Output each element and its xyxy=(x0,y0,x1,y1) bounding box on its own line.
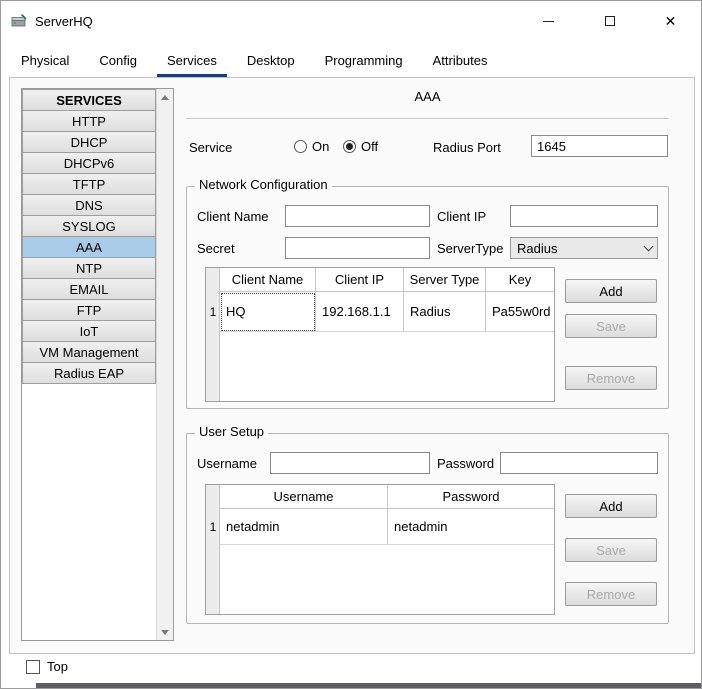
client-cell-key[interactable]: Pa55w0rd xyxy=(486,292,554,332)
client-cell-server-type[interactable]: Radius xyxy=(404,292,486,332)
tab-programming[interactable]: Programming xyxy=(315,48,413,77)
sidebar-item-iot[interactable]: IoT xyxy=(22,320,156,342)
network-add-button[interactable]: Add xyxy=(565,279,657,303)
column-header-client-ip: Client IP xyxy=(316,268,404,292)
network-remove-button[interactable]: Remove xyxy=(565,366,657,390)
service-off-radio[interactable]: Off xyxy=(343,139,378,154)
services-sidebar: SERVICES HTTP DHCP DHCPv6 TFTP DNS SYSLO… xyxy=(21,88,174,641)
top-checkbox-label: Top xyxy=(47,659,68,674)
tab-desktop[interactable]: Desktop xyxy=(237,48,305,77)
scroll-down-icon[interactable] xyxy=(157,624,173,640)
row-header-strip xyxy=(206,268,220,401)
tab-bar: Physical Config Services Desktop Program… xyxy=(11,47,691,77)
close-button[interactable]: ✕ xyxy=(640,1,701,41)
column-header-server-type: Server Type xyxy=(404,268,486,292)
username-label: Username xyxy=(197,456,257,471)
server-type-value: Radius xyxy=(511,241,639,256)
sidebar-item-syslog[interactable]: SYSLOG xyxy=(22,215,156,237)
tab-attributes[interactable]: Attributes xyxy=(423,48,498,77)
row-number: 1 xyxy=(206,509,220,545)
user-setup-title: User Setup xyxy=(195,424,268,439)
top-checkbox[interactable] xyxy=(26,660,40,674)
minimize-button[interactable] xyxy=(518,1,579,41)
secret-label: Secret xyxy=(197,241,235,256)
radius-port-label: Radius Port xyxy=(433,140,501,155)
window-title: ServerHQ xyxy=(35,14,93,29)
sidebar-item-ntp[interactable]: NTP xyxy=(22,257,156,279)
user-remove-button[interactable]: Remove xyxy=(565,582,657,606)
user-cell-username[interactable]: netadmin xyxy=(220,509,388,545)
title-divider xyxy=(186,118,669,119)
maximize-icon xyxy=(605,16,615,26)
scroll-up-icon[interactable] xyxy=(157,89,173,105)
client-ip-label: Client IP xyxy=(437,209,486,224)
window-controls: ✕ xyxy=(518,1,701,41)
sidebar-scrollbar[interactable] xyxy=(156,89,173,640)
column-header-key: Key xyxy=(486,268,554,292)
background-window-edge xyxy=(36,683,702,689)
user-save-button[interactable]: Save xyxy=(565,538,657,562)
client-ip-input[interactable] xyxy=(510,205,658,227)
user-cell-password[interactable]: netadmin xyxy=(388,509,554,545)
radio-off-icon xyxy=(343,140,356,153)
close-icon: ✕ xyxy=(665,14,677,28)
column-header-password: Password xyxy=(388,485,554,509)
client-name-label: Client Name xyxy=(197,209,269,224)
page-title: AAA xyxy=(186,89,669,104)
sidebar-item-dhcp[interactable]: DHCP xyxy=(22,131,156,153)
sidebar-item-vm-management[interactable]: VM Management xyxy=(22,341,156,363)
sidebar-item-dns[interactable]: DNS xyxy=(22,194,156,216)
tab-services[interactable]: Services xyxy=(157,48,227,77)
app-icon xyxy=(11,13,27,29)
sidebar-item-radius-eap[interactable]: Radius EAP xyxy=(22,362,156,384)
users-table: 1 Username Password netadmin netadmin xyxy=(205,484,555,615)
service-on-radio[interactable]: On xyxy=(294,139,329,154)
radio-on-label: On xyxy=(312,139,329,154)
radius-port-input[interactable] xyxy=(531,135,668,157)
network-configuration-title: Network Configuration xyxy=(195,177,332,192)
tab-physical[interactable]: Physical xyxy=(11,48,79,77)
column-header-client-name: Client Name xyxy=(220,268,316,292)
sidebar-header-services: SERVICES xyxy=(22,89,156,111)
sidebar-item-tftp[interactable]: TFTP xyxy=(22,173,156,195)
client-name-input[interactable] xyxy=(285,205,430,227)
client-cell-ip[interactable]: 192.168.1.1 xyxy=(316,292,404,332)
row-number: 1 xyxy=(206,292,220,332)
radio-on-icon xyxy=(294,140,307,153)
sidebar-item-aaa[interactable]: AAA xyxy=(22,236,156,258)
top-checkbox-row: Top xyxy=(26,659,68,674)
sidebar-item-email[interactable]: EMAIL xyxy=(22,278,156,300)
secret-input[interactable] xyxy=(285,237,430,259)
password-label: Password xyxy=(437,456,494,471)
maximize-button[interactable] xyxy=(579,1,640,41)
service-label: Service xyxy=(189,140,232,155)
column-header-username: Username xyxy=(220,485,388,509)
tab-config[interactable]: Config xyxy=(89,48,147,77)
password-input[interactable] xyxy=(500,452,658,474)
radio-off-label: Off xyxy=(361,139,378,154)
network-configuration-group: Network Configuration Client Name Client… xyxy=(186,186,669,409)
titlebar: ServerHQ ✕ xyxy=(1,1,701,41)
user-add-button[interactable]: Add xyxy=(565,494,657,518)
sidebar-item-ftp[interactable]: FTP xyxy=(22,299,156,321)
row-header-strip xyxy=(206,485,220,614)
sidebar-item-http[interactable]: HTTP xyxy=(22,110,156,132)
app-window: ServerHQ ✕ Physical Config Services Desk… xyxy=(0,0,702,689)
username-input[interactable] xyxy=(270,452,430,474)
network-save-button[interactable]: Save xyxy=(565,314,657,338)
user-setup-group: User Setup Username Password 1 Username … xyxy=(186,433,669,624)
server-type-label: ServerType xyxy=(437,241,503,256)
services-list: SERVICES HTTP DHCP DHCPv6 TFTP DNS SYSLO… xyxy=(22,89,156,384)
sidebar-item-dhcpv6[interactable]: DHCPv6 xyxy=(22,152,156,174)
client-cell-name[interactable]: HQ xyxy=(220,292,316,332)
aaa-clients-table: 1 Client Name Client IP Server Type Key … xyxy=(205,267,555,402)
server-type-select[interactable]: Radius xyxy=(510,237,658,259)
minimize-icon xyxy=(543,21,554,22)
chevron-down-icon xyxy=(639,246,657,250)
